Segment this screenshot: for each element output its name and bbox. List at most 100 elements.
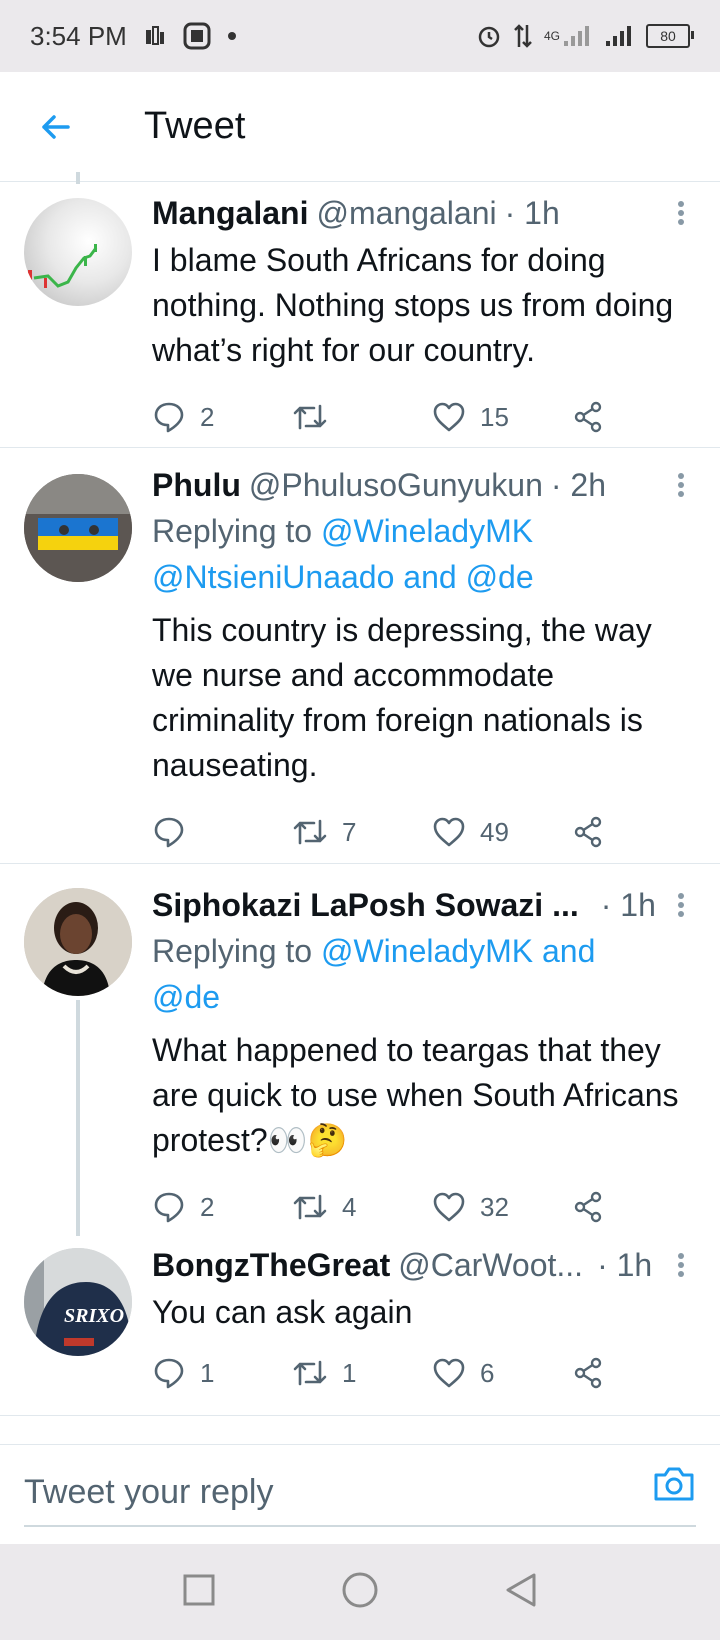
author-name[interactable]: Mangalani (152, 190, 308, 236)
back-button[interactable] (28, 99, 84, 155)
reply-count: 2 (200, 401, 215, 432)
tweet-time: · 1h (504, 195, 560, 231)
replying-to-mention[interactable]: @de (152, 979, 220, 1015)
alarm-icon (476, 23, 502, 49)
like-count: 15 (480, 401, 509, 432)
retweet-icon (293, 404, 327, 430)
reply-button[interactable]: 1 (152, 1356, 292, 1390)
replying-to-label: Replying to (152, 933, 313, 969)
tweet-actions: 2 4 32 (152, 1177, 696, 1237)
retweet-button[interactable] (292, 402, 432, 432)
camera-button[interactable] (652, 1465, 696, 1508)
avatar[interactable]: SRIXO (24, 1248, 132, 1356)
back-nav-button[interactable] (504, 1572, 538, 1613)
like-count: 6 (480, 1357, 495, 1388)
tweet-time: · 1h (597, 1247, 653, 1283)
tweet[interactable]: SRIXO BongzTheGreat @CarWoot... · 1h You… (0, 1236, 720, 1416)
replying-to: Replying to @WineladyMK @NtsieniUnaado a… (152, 508, 696, 600)
replying-to-mention[interactable]: @WineladyMK (321, 513, 533, 549)
reply-icon (154, 402, 184, 433)
like-button[interactable]: 6 (432, 1357, 572, 1389)
camera-icon (654, 1467, 694, 1501)
tweet[interactable]: Siphokazi LaPosh Sowazi ... · 1h Replyin… (0, 864, 720, 1236)
avatar[interactable] (24, 198, 132, 306)
reply-icon (154, 1192, 184, 1223)
share-button[interactable] (572, 1357, 612, 1389)
avatar[interactable] (24, 888, 132, 996)
sim-icon (143, 24, 167, 48)
author-name[interactable]: Siphokazi LaPosh Sowazi ... (152, 882, 579, 928)
app-notification-icon (183, 22, 211, 50)
signal-icon (604, 24, 634, 48)
reply-button[interactable]: 2 (152, 400, 292, 434)
reply-count: 1 (200, 1357, 215, 1388)
tweet-text: This country is depressing, the way we n… (152, 612, 652, 783)
battery-icon: 80 (646, 24, 694, 48)
retweet-count: 4 (342, 1191, 357, 1222)
replying-to-mention[interactable]: @WineladyMK and (321, 933, 595, 969)
tweet-actions: 2 15 (152, 387, 696, 447)
heart-icon (433, 1358, 465, 1388)
square-icon (183, 1574, 215, 1605)
replying-to-label: Replying to (152, 513, 313, 549)
retweet-icon (293, 1194, 327, 1220)
status-bar: 3:54 PM 4G 80 (0, 0, 720, 72)
retweet-button[interactable]: 4 (292, 1192, 432, 1223)
notification-dot-icon (227, 31, 237, 41)
page-title: Tweet (144, 105, 246, 147)
heart-icon (433, 1192, 465, 1222)
more-options-button[interactable] (666, 200, 696, 226)
author-handle[interactable]: @CarWoot... (398, 1242, 583, 1288)
author-name[interactable]: BongzTheGreat (152, 1242, 390, 1288)
share-button[interactable] (572, 401, 612, 433)
share-icon (574, 816, 602, 848)
tweet-actions: 7 49 (152, 802, 696, 862)
share-button[interactable] (572, 816, 612, 848)
retweet-button[interactable]: 1 (292, 1358, 432, 1389)
like-button[interactable]: 32 (432, 1191, 572, 1223)
status-time: 3:54 PM (30, 20, 127, 51)
replying-to-mention[interactable]: @NtsieniUnaado and @de (152, 559, 534, 595)
home-button[interactable] (341, 1571, 379, 1614)
tweet-time: · 1h (600, 887, 656, 923)
like-button[interactable]: 49 (432, 816, 572, 848)
author-handle[interactable]: @PhulusoGunyukun (249, 462, 543, 508)
avatar[interactable] (24, 474, 132, 582)
recents-button[interactable] (182, 1573, 216, 1612)
arrow-left-icon (42, 114, 70, 139)
circle-icon (342, 1572, 378, 1607)
share-button[interactable] (572, 1191, 612, 1223)
reply-input[interactable] (24, 1459, 696, 1527)
svg-text:SRIXO: SRIXO (64, 1305, 124, 1327)
triangle-back-icon (506, 1573, 536, 1606)
author-handle[interactable]: @mangalani (316, 190, 496, 236)
reply-button[interactable] (152, 815, 292, 849)
more-options-button[interactable] (666, 472, 696, 498)
tweet-text: What happened to teargas that they are q… (152, 1032, 679, 1158)
tweet-text: I blame South Africans for doing nothing… (152, 242, 674, 368)
retweet-count: 1 (342, 1357, 357, 1388)
retweet-count: 7 (342, 816, 357, 847)
retweet-button[interactable]: 7 (292, 817, 432, 848)
reply-icon (154, 817, 184, 848)
reply-count: 2 (200, 1191, 215, 1222)
reply-composer (0, 1444, 720, 1544)
like-button[interactable]: 15 (432, 401, 572, 433)
author-name[interactable]: Phulu (152, 462, 241, 508)
tweet-text: You can ask again (152, 1294, 413, 1330)
more-options-button[interactable] (666, 892, 696, 918)
tweet-time: · 2h (550, 467, 607, 503)
like-count: 32 (480, 1191, 509, 1222)
heart-icon (433, 817, 465, 847)
tweet[interactable]: Mangalani @mangalani · 1h I blame South … (0, 182, 720, 448)
more-vertical-icon (678, 1253, 684, 1277)
signal-4g-icon: 4G (544, 24, 592, 48)
share-icon (574, 1191, 602, 1223)
top-app-bar: Tweet (0, 72, 720, 182)
more-options-button[interactable] (666, 1252, 696, 1278)
reply-button[interactable]: 2 (152, 1190, 292, 1224)
heart-icon (433, 402, 465, 432)
tweet[interactable]: Phulu @PhulusoGunyukun · 2h Replying to … (0, 448, 720, 864)
reply-icon (154, 1358, 184, 1389)
retweet-icon (293, 1360, 327, 1386)
